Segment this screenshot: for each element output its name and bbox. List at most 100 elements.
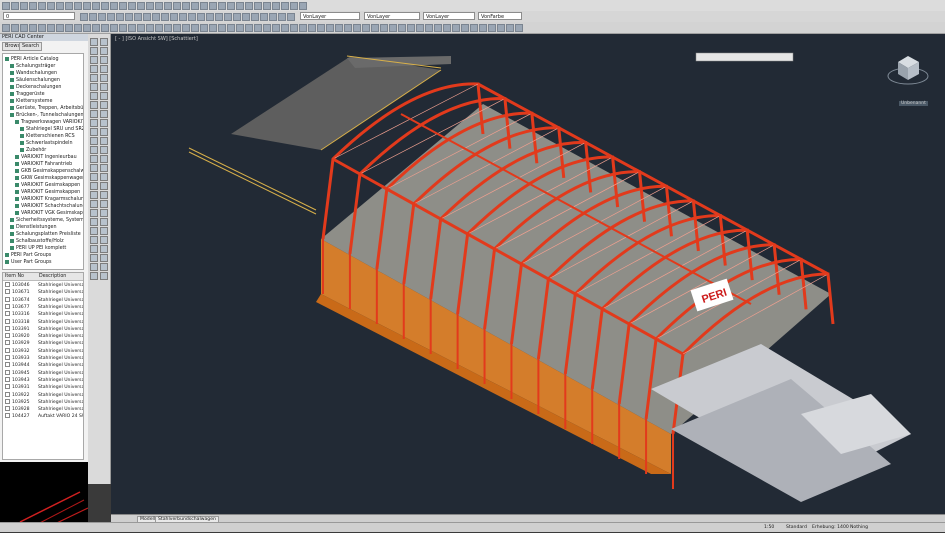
tool-button[interactable] — [90, 209, 98, 217]
status-scale[interactable]: 1:50 — [764, 524, 774, 531]
status-elevation[interactable]: Erhebung: 1400 — [812, 524, 849, 531]
toolbar-button[interactable] — [224, 13, 232, 21]
toolbar-button[interactable] — [11, 2, 19, 10]
toolbar-button[interactable] — [317, 24, 325, 32]
toolbar-button[interactable] — [155, 2, 163, 10]
toolbar-button[interactable] — [191, 24, 199, 32]
row-checkbox[interactable] — [5, 347, 10, 353]
toolbar-button[interactable] — [2, 24, 10, 32]
toolbar-button[interactable] — [173, 24, 181, 32]
list-item[interactable]: 103933 Stahlriegel Universal — [3, 355, 83, 362]
toolbar-button[interactable] — [299, 2, 307, 10]
tool-button[interactable] — [90, 200, 98, 208]
tree-item[interactable]: VARIOKIT Gesimskappen — [15, 182, 83, 189]
toolbar-button[interactable] — [215, 13, 223, 21]
list-item[interactable]: 103046 Stahlriegel Universal — [3, 282, 83, 289]
toolbar-button[interactable] — [92, 24, 100, 32]
toolbar-button[interactable] — [245, 24, 253, 32]
list-item[interactable]: 103932 Stahlriegel Universal — [3, 347, 83, 355]
row-checkbox[interactable] — [5, 355, 10, 360]
toolbar-button[interactable] — [20, 24, 28, 32]
toolbar-button[interactable] — [461, 24, 469, 32]
tree-item[interactable]: User Part Groups — [5, 259, 83, 266]
toolbar-button[interactable] — [128, 24, 136, 32]
toolbar-button[interactable] — [233, 13, 241, 21]
toolbar-button[interactable] — [137, 2, 145, 10]
toolbar-button[interactable] — [92, 2, 100, 10]
toolbar-button[interactable] — [425, 24, 433, 32]
toolbar-button[interactable] — [263, 2, 271, 10]
toolbar-button[interactable] — [344, 24, 352, 32]
tree-item[interactable]: VARIOKIT Fahrantrieb — [15, 161, 83, 168]
row-checkbox[interactable] — [5, 303, 10, 309]
tree-item[interactable]: Säulenschalungen — [10, 77, 83, 84]
toolbar-button[interactable] — [197, 13, 205, 21]
list-item[interactable]: 103931 Stahlriegel Universal — [3, 384, 83, 391]
toolbar-button[interactable] — [287, 13, 295, 21]
toolbar-button[interactable] — [191, 2, 199, 10]
toolbar-button[interactable] — [146, 24, 154, 32]
toolbar-button[interactable] — [200, 2, 208, 10]
tool-button[interactable] — [90, 83, 98, 91]
toolbar-button[interactable] — [362, 24, 370, 32]
tool-button[interactable] — [90, 236, 98, 244]
toolbar-button[interactable] — [110, 24, 118, 32]
viewcube-label[interactable]: Unbenannt — [899, 101, 928, 106]
tool-button[interactable] — [90, 74, 98, 82]
viewcube[interactable] — [887, 56, 929, 85]
tree-item[interactable]: Schalungsträger — [10, 63, 83, 70]
tool-button[interactable] — [90, 191, 98, 199]
toolbar-button[interactable] — [506, 24, 514, 32]
toolbar-button[interactable] — [125, 13, 133, 21]
toolbar-button[interactable] — [209, 2, 217, 10]
toolbar-button[interactable] — [272, 24, 280, 32]
row-checkbox[interactable] — [5, 362, 10, 368]
tool-button[interactable] — [100, 128, 108, 136]
list-item[interactable]: 103318 Stahlriegel Universal — [3, 318, 83, 326]
toolbar-button[interactable] — [326, 24, 334, 32]
tool-button[interactable] — [100, 164, 108, 172]
row-checkbox[interactable] — [5, 369, 10, 375]
toolbar-button[interactable] — [398, 24, 406, 32]
toolbar-button[interactable] — [170, 13, 178, 21]
list-item[interactable]: 103929 Stahlriegel Universal — [3, 340, 83, 347]
toolbar-button[interactable] — [407, 24, 415, 32]
toolbar-button[interactable] — [11, 24, 19, 32]
tool-button[interactable] — [90, 47, 98, 55]
toolbar-button[interactable] — [38, 2, 46, 10]
tree-item[interactable]: PERI UP PEI komplett — [10, 245, 83, 252]
tool-button[interactable] — [90, 128, 98, 136]
viewport-label[interactable]: [ - ] [ISO Ansicht SW] [Schattiert] — [115, 36, 198, 42]
toolbar-button[interactable] — [245, 2, 253, 10]
row-checkbox[interactable] — [5, 413, 10, 419]
tree-item[interactable]: Dienstleistungen — [10, 224, 83, 231]
toolbar-button[interactable] — [260, 13, 268, 21]
tree-item[interactable]: Wandschalungen — [10, 70, 83, 77]
toolbar-button[interactable] — [416, 24, 424, 32]
toolbar-button[interactable] — [179, 13, 187, 21]
tool-button[interactable] — [100, 38, 108, 46]
tree-item[interactable]: Schalungsplatten Preisliste — [10, 231, 83, 238]
toolbar-button[interactable] — [47, 24, 55, 32]
tool-button[interactable] — [90, 272, 98, 280]
list-item[interactable]: 103944 Stahlriegel Universal — [3, 362, 83, 369]
toolbar-button[interactable] — [515, 24, 523, 32]
tool-button[interactable] — [90, 164, 98, 172]
toolbar-button[interactable] — [470, 24, 478, 32]
tool-button[interactable] — [90, 263, 98, 271]
toolbar-button[interactable] — [209, 24, 217, 32]
tool-button[interactable] — [100, 191, 108, 199]
toolbar-button[interactable] — [89, 13, 97, 21]
row-checkbox[interactable] — [5, 333, 10, 339]
list-item[interactable]: 103671 Stahlriegel Universal — [3, 289, 83, 296]
toolbar-button[interactable] — [137, 24, 145, 32]
model-viewport[interactable]: PERI — [111, 34, 945, 514]
tool-button[interactable] — [100, 47, 108, 55]
column-header-item[interactable]: Item No — [3, 273, 39, 281]
tree-item[interactable]: VARIOKIT Schachtschalung — [15, 203, 83, 210]
toolbar-button[interactable] — [83, 24, 91, 32]
tool-button[interactable] — [90, 110, 98, 118]
tool-button[interactable] — [90, 101, 98, 109]
toolbar-button[interactable] — [110, 2, 118, 10]
toolbar-button[interactable] — [173, 2, 181, 10]
